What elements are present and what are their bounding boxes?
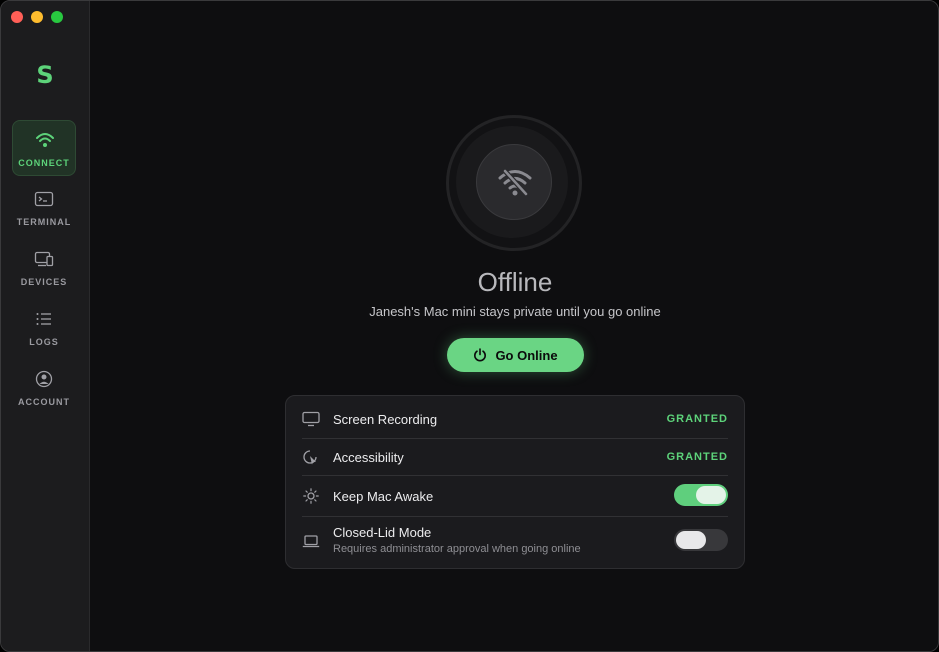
maximize-window-button[interactable] <box>51 11 63 23</box>
sidebar-item-terminal[interactable]: TERMINAL <box>12 180 76 236</box>
permission-row-accessibility: Accessibility GRANTED <box>302 438 728 476</box>
wifi-icon <box>36 133 54 147</box>
go-online-button[interactable]: Go Online <box>447 338 584 372</box>
sidebar-item-label: DEVICES <box>20 277 68 287</box>
permission-sublabel: Requires administrator approval when goi… <box>333 543 581 555</box>
terminal-icon <box>34 191 54 207</box>
wifi-off-icon <box>498 168 532 197</box>
closed-lid-toggle[interactable] <box>674 529 728 551</box>
toggle-knob <box>696 486 726 504</box>
display-icon <box>302 411 320 427</box>
app-logo: S <box>36 61 54 89</box>
sidebar-item-connect[interactable]: CONNECT <box>12 120 76 176</box>
permission-label: Keep Mac Awake <box>333 489 434 504</box>
laptop-icon <box>302 535 320 548</box>
permission-label: Closed-Lid Mode <box>333 525 432 540</box>
sidebar-item-label: CONNECT <box>18 158 70 168</box>
status-indicator <box>476 144 552 220</box>
permission-row-keep-awake: Keep Mac Awake <box>302 475 728 517</box>
status-title: Offline <box>477 267 553 297</box>
permission-label: Accessibility <box>333 450 404 465</box>
sidebar-item-label: ACCOUNT <box>18 397 70 407</box>
permission-label: Screen Recording <box>333 412 438 427</box>
keep-awake-toggle[interactable] <box>674 484 728 506</box>
sidebar-item-label: TERMINAL <box>16 217 72 227</box>
sidebar-item-devices[interactable]: DEVICES <box>12 240 76 296</box>
close-window-button[interactable] <box>11 11 23 23</box>
toggle-knob <box>676 531 706 549</box>
sidebar-item-logs[interactable]: LOGS <box>12 300 76 356</box>
permission-row-screen-recording: Screen Recording GRANTED <box>302 396 728 439</box>
sidebar: S CONNECT TERMINAL DEVICES LOGS ACCOUNT <box>1 1 90 651</box>
sidebar-item-label: LOGS <box>29 337 59 347</box>
permissions-card: Screen Recording GRANTED Accessibility G… <box>285 395 745 569</box>
status-badge: GRANTED <box>666 413 728 425</box>
list-icon <box>36 313 51 325</box>
status-badge: GRANTED <box>666 451 728 463</box>
devices-icon <box>34 251 54 267</box>
cursor-icon <box>303 450 317 465</box>
power-icon <box>474 348 487 362</box>
sidebar-item-account[interactable]: ACCOUNT <box>12 360 76 416</box>
account-icon <box>35 370 53 388</box>
sun-icon <box>303 488 319 504</box>
minimize-window-button[interactable] <box>31 11 43 23</box>
status-subtitle: Janesh's Mac mini stays private until yo… <box>369 304 661 319</box>
main-content: Offline Janesh's Mac mini stays private … <box>90 1 938 651</box>
permission-row-closed-lid: Closed-Lid Mode Requires administrator a… <box>302 516 728 568</box>
app-window: S CONNECT TERMINAL DEVICES LOGS ACCOUNT … <box>0 0 939 652</box>
window-controls <box>11 11 63 23</box>
go-online-label: Go Online <box>495 347 558 363</box>
